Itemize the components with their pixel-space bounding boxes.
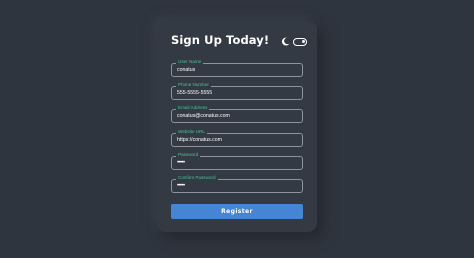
- username-value: conatus: [177, 67, 196, 73]
- theme-toggle[interactable]: [281, 36, 307, 47]
- signup-card: Sign Up Today! User Name conatus Phone N…: [157, 21, 317, 232]
- password-label: Password: [176, 152, 201, 158]
- username-label: User Name: [176, 59, 204, 65]
- moon-icon: [281, 37, 290, 46]
- phone-field[interactable]: Phone Number 555-5555-5555: [171, 82, 303, 100]
- phone-label: Phone Number: [176, 82, 211, 88]
- username-field[interactable]: User Name conatus: [171, 59, 303, 77]
- confirm-password-field[interactable]: Confirm Password •••••: [171, 175, 303, 193]
- switch-knob: [301, 39, 305, 43]
- password-field[interactable]: Password •••••: [171, 152, 303, 170]
- register-button[interactable]: Register: [171, 204, 303, 219]
- phone-value: 555-5555-5555: [177, 90, 213, 96]
- email-field[interactable]: Email Address conatus@conatus.com: [171, 105, 303, 123]
- confirm-password-value: •••••: [177, 182, 185, 189]
- email-label: Email Address: [176, 105, 210, 111]
- form-title: Sign Up Today!: [171, 33, 270, 47]
- website-value: https://conatus.com: [177, 137, 222, 143]
- email-value: conatus@conatus.com: [177, 113, 230, 119]
- confirm-password-label: Confirm Password: [176, 175, 218, 181]
- password-value: •••••: [177, 159, 185, 166]
- website-label: Website URL: [176, 129, 207, 135]
- website-field[interactable]: Website URL https://conatus.com: [171, 129, 303, 147]
- theme-switch[interactable]: [293, 37, 307, 46]
